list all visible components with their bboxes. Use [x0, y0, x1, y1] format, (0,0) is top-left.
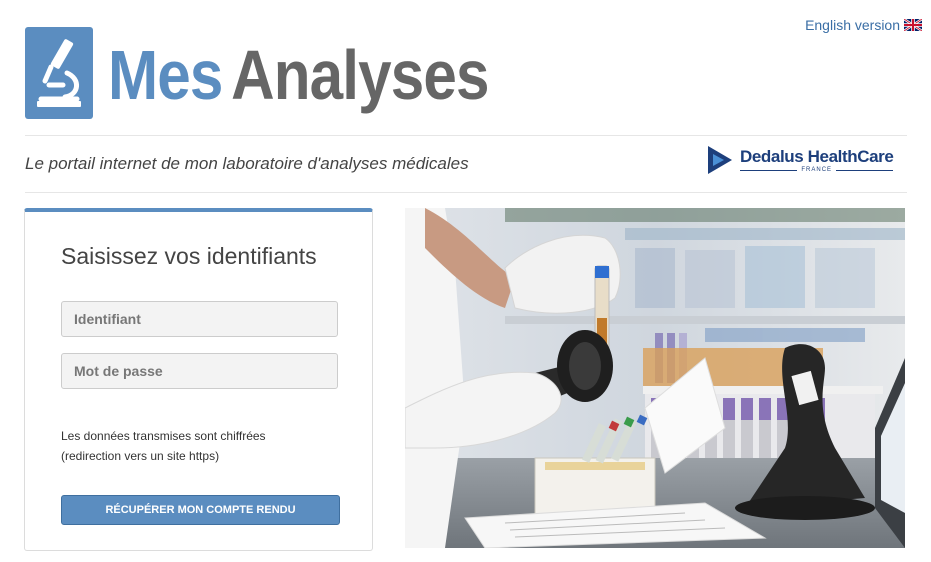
- lab-photo: [405, 208, 905, 548]
- uk-flag-icon: [904, 19, 922, 31]
- retrieve-report-button[interactable]: RÉCUPÉRER MON COMPTE RENDU: [61, 495, 340, 525]
- dedalus-logo: Dedalus HealthCare FRANCE: [706, 145, 894, 175]
- microscope-icon: [25, 27, 93, 119]
- login-title: Saisissez vos identifiants: [61, 243, 317, 269]
- brand-part-mes: Mes: [108, 36, 223, 114]
- tagline: Le portail internet de mon laboratoire d…: [25, 154, 469, 173]
- login-panel: Saisissez vos identifiants Les données t…: [24, 208, 373, 551]
- dedalus-logo-icon: [708, 146, 732, 174]
- header-divider-bottom: [25, 192, 907, 193]
- encryption-note-line1: Les données transmises sont chiffrées: [61, 429, 266, 443]
- username-input[interactable]: [61, 301, 338, 337]
- brand-title: Mes Analyses: [108, 30, 489, 120]
- english-version-label: English version: [805, 17, 900, 33]
- header-divider-top: [25, 135, 907, 136]
- encryption-note-line2: (redirection vers un site https): [61, 449, 220, 463]
- encryption-note: Les données transmises sont chiffrées (r…: [61, 426, 266, 466]
- dedalus-country: FRANCE: [740, 167, 893, 173]
- brand-part-analyses: Analyses: [231, 36, 489, 114]
- english-version-link[interactable]: English version: [805, 17, 922, 33]
- password-input[interactable]: [61, 353, 338, 389]
- dedalus-name: Dedalus HealthCare: [740, 147, 894, 166]
